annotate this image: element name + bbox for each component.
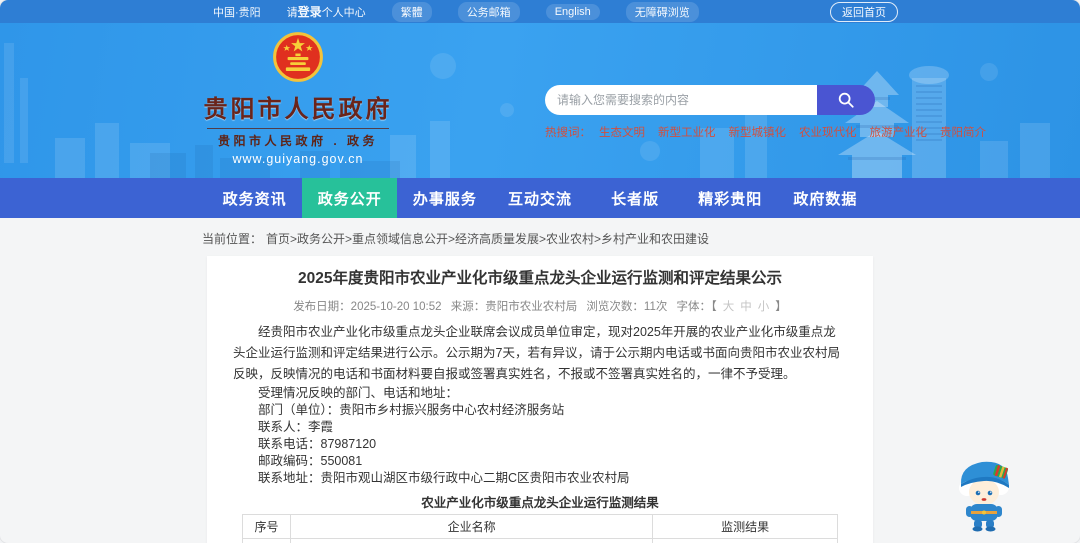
article-paragraph: 受理情况反映的部门、电话和地址： [258, 386, 459, 400]
hot-search-item[interactable]: 生态文明 [599, 124, 645, 140]
topbar-link-accessibility[interactable]: 无障碍浏览 [625, 1, 699, 22]
article-paragraph: 经贵阳市农业产业化市级重点龙头企业联席会议成员单位审定，现对2025年开展的农业… [233, 325, 840, 381]
breadcrumb-label: 当前位置： [202, 232, 263, 246]
site-url: www.guiyang.gov.cn [232, 152, 364, 166]
browser-page: 中国·贵阳 请登录个人中心 繁體 公务邮箱 English 无障碍浏览 返回首页 [0, 0, 1080, 543]
col-header-index: 序号 [242, 514, 291, 539]
col-header-result: 监测结果 [652, 514, 838, 539]
contact-person: 联系人：李霞 [258, 420, 334, 434]
topbar-link-login[interactable]: 请登录个人中心 [287, 3, 366, 20]
site-banner: 贵阳市人民政府 贵阳市人民政府 . 政务 www.guiyang.gov.cn … [0, 23, 1080, 178]
login-suffix: 个人中心 [321, 7, 366, 19]
site-title: 贵阳市人民政府 [203, 96, 393, 123]
topbar-link-traditional[interactable]: 繁體 [391, 1, 432, 22]
font-size-medium-button[interactable]: 中 [740, 301, 752, 313]
topbar-link-english[interactable]: English [545, 3, 600, 20]
cell-result: 合格 [652, 538, 838, 543]
contact-address: 联系地址：贵阳市观山湖区市级行政中心二期C区贵阳市农业农村局 [258, 471, 630, 485]
hot-search-item[interactable]: 贵阳简介 [940, 124, 986, 140]
hot-search-row: 热搜词： 生态文明 新型工业化 新型城镇化 农业现代化 旅游产业化 贵阳简介 [545, 124, 986, 140]
nav-item-jcgy[interactable]: 精彩贵阳 [683, 178, 778, 218]
topbar-link-region[interactable]: 中国·贵阳 [213, 4, 261, 20]
nav-item-zfsj[interactable]: 政府数据 [778, 178, 873, 218]
table-row: 1 贵州合力超市采购有限公司 合格 [242, 538, 838, 543]
cell-index: 1 [242, 538, 291, 543]
hot-search-item[interactable]: 新型城镇化 [729, 124, 787, 140]
font-size-small-button[interactable]: 小 [758, 301, 770, 313]
font-size-label: 字体：【 [676, 301, 717, 313]
search-area: 热搜词： 生态文明 新型工业化 新型城镇化 农业现代化 旅游产业化 贵阳简介 [545, 85, 986, 140]
search-input[interactable] [545, 85, 817, 115]
mascot-icon [959, 461, 1009, 532]
table-header-row: 序号 企业名称 监测结果 [242, 514, 838, 539]
article-title: 2025年度贵阳市农业产业化市级重点龙头企业运行监测和评定结果公示 [298, 270, 782, 287]
mascot-assistant[interactable] [954, 452, 1014, 532]
national-emblem-icon [273, 32, 323, 82]
topbar-link-mail[interactable]: 公务邮箱 [457, 1, 520, 22]
hot-search-item[interactable]: 新型工业化 [658, 124, 716, 140]
breadcrumb: 当前位置： 首页>政务公开>重点领域信息公开>经济高质量发展>农业农村>乡村产业和… [0, 218, 1080, 256]
article-source: 来源：贵阳市农业农村局 [450, 301, 578, 313]
contact-department: 部门（单位）：贵阳市乡村振兴服务中心农村经济服务站 [258, 403, 565, 417]
content-area: 当前位置： 首页>政务公开>重点领域信息公开>经济高质量发展>农业农村>乡村产业和… [0, 218, 1080, 543]
article-card: 2025年度贵阳市农业产业化市级重点龙头企业运行监测和评定结果公示 发布日期：2… [207, 256, 873, 543]
site-identity: 贵阳市人民政府 贵阳市人民政府 . 政务 www.guiyang.gov.cn [198, 31, 398, 166]
city-skyline-illustration [4, 43, 1050, 178]
hot-search-label: 热搜词： [545, 127, 591, 139]
login-prefix: 请 [286, 7, 298, 19]
search-icon [838, 92, 854, 108]
nav-item-zwgk[interactable]: 政务公开 [302, 178, 398, 218]
top-utility-bar: 中国·贵阳 请登录个人中心 繁體 公务邮箱 English 无障碍浏览 返回首页 [0, 0, 1080, 23]
view-count: 浏览次数：11次 [586, 301, 668, 313]
login-bold: 登录 [297, 5, 322, 19]
back-home-button[interactable]: 返回首页 [830, 1, 898, 22]
article-body: 经贵阳市农业产业化市级重点龙头企业联席会议成员单位审定，现对2025年开展的农业… [233, 322, 847, 543]
hot-search-item[interactable]: 农业现代化 [799, 124, 857, 140]
nav-item-zwzx[interactable]: 政务资讯 [207, 178, 302, 218]
cell-company: 贵州合力超市采购有限公司 [289, 538, 654, 543]
nav-item-bsfw[interactable]: 办事服务 [397, 178, 492, 218]
breadcrumb-path[interactable]: 首页>政务公开>重点领域信息公开>经济高质量发展>农业农村>乡村产业和农田建设 [266, 232, 709, 246]
nav-item-zzb[interactable]: 长者版 [588, 178, 683, 218]
monitoring-result-table: 序号 企业名称 监测结果 1 贵州合力超市采购有限公司 合格 2 贵州友禾种业有… [242, 514, 838, 543]
font-size-label-close: 】 [775, 301, 787, 313]
publish-date: 发布日期：2025-10-20 10:52 [293, 301, 442, 313]
table-caption: 农业产业化市级重点龙头企业运行监测结果 [421, 496, 659, 510]
title-divider [207, 128, 389, 129]
nav-item-hdjl[interactable]: 互动交流 [492, 178, 587, 218]
postal-code: 邮政编码：550081 [258, 454, 363, 468]
site-subtitle: 贵阳市人民政府 . 政务 [217, 134, 378, 148]
hot-search-item[interactable]: 旅游产业化 [870, 124, 928, 140]
col-header-company: 企业名称 [289, 514, 654, 539]
search-button[interactable] [817, 85, 875, 115]
article-meta: 发布日期：2025-10-20 10:52 来源：贵阳市农业农村局 浏览次数：1… [233, 298, 847, 314]
font-size-large-button[interactable]: 大 [723, 301, 735, 313]
main-navigation: 政务资讯 政务公开 办事服务 互动交流 长者版 精彩贵阳 政府数据 [0, 178, 1080, 218]
search-bar [545, 85, 875, 115]
contact-phone: 联系电话：87987120 [258, 437, 377, 451]
